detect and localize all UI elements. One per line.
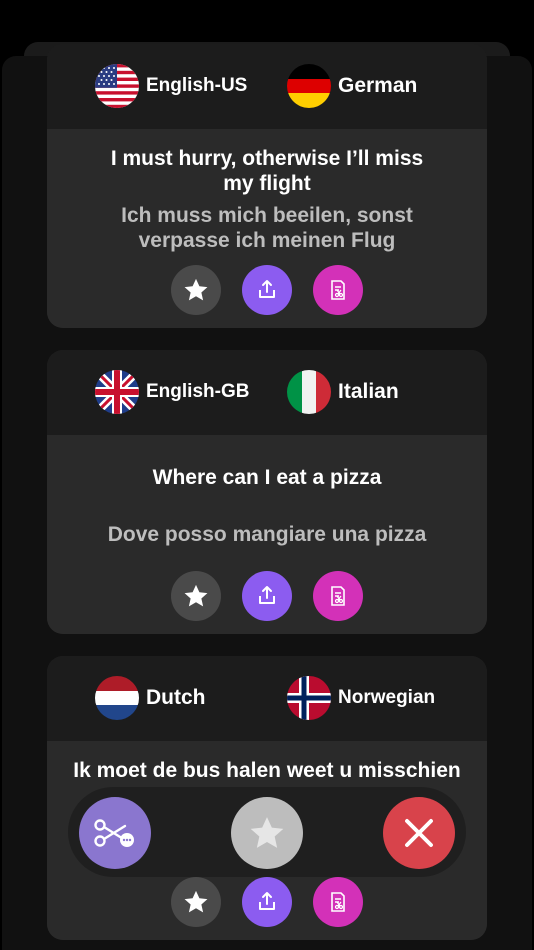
- target-language[interactable]: Italian: [287, 370, 399, 414]
- source-text-line: Where can I eat a pizza: [152, 466, 382, 489]
- card-header: Dutch Norwegian: [47, 656, 487, 741]
- scissors-more-icon: [94, 819, 134, 847]
- favorite-button[interactable]: [171, 571, 221, 621]
- target-language-label: Italian: [338, 380, 399, 403]
- translated-text-line: Ich muss mich beeilen, sonst: [121, 204, 413, 227]
- star-icon: [184, 584, 208, 607]
- share-icon: [259, 280, 275, 298]
- source-text-line: I must hurry, otherwise I’ll miss: [110, 147, 424, 170]
- target-language[interactable]: German: [287, 64, 417, 108]
- card-header: English-US German: [47, 44, 487, 129]
- close-icon: [405, 819, 433, 847]
- card-actions: [47, 877, 487, 927]
- target-language[interactable]: Norwegian: [287, 676, 435, 720]
- translated-text-line: Dove posso mangiare una pizza: [107, 523, 427, 546]
- note-cut-button[interactable]: [313, 265, 363, 315]
- card-header: English-GB Italian: [47, 350, 487, 435]
- card-body: Where can I eat a pizza Dove posso mangi…: [47, 435, 487, 634]
- germany-flag-icon: [287, 64, 331, 108]
- translated-text[interactable]: Ich muss mich beeilen, sonst verpasse ic…: [47, 203, 487, 253]
- source-text[interactable]: I must hurry, otherwise I’ll miss my fli…: [47, 146, 487, 196]
- star-icon: [250, 817, 284, 848]
- share-button[interactable]: [242, 877, 292, 927]
- source-language[interactable]: English-GB: [95, 370, 249, 414]
- share-icon: [259, 892, 275, 910]
- close-button[interactable]: [383, 797, 455, 869]
- translation-card[interactable]: English-GB Italian Where can I eat a piz…: [47, 350, 487, 634]
- share-button[interactable]: [242, 265, 292, 315]
- note-cut-icon: [331, 892, 345, 912]
- card-body: I must hurry, otherwise I’ll miss my fli…: [47, 129, 487, 328]
- favorite-button[interactable]: [171, 877, 221, 927]
- star-icon: [184, 890, 208, 913]
- note-cut-button[interactable]: [313, 877, 363, 927]
- favorite-button[interactable]: [171, 265, 221, 315]
- translated-text-line: verpasse ich meinen Flug: [138, 229, 396, 252]
- star-icon: [184, 278, 208, 301]
- source-language-label: Dutch: [146, 686, 206, 709]
- cut-more-button[interactable]: [79, 797, 151, 869]
- source-language-label: English-US: [146, 75, 248, 96]
- translated-text[interactable]: Dove posso mangiare una pizza: [47, 522, 487, 547]
- card-actions: [47, 571, 487, 621]
- source-language[interactable]: Dutch: [95, 676, 206, 720]
- netherlands-flag-icon: [95, 676, 139, 720]
- source-language[interactable]: English-US: [95, 64, 247, 108]
- target-language-label: German: [338, 74, 418, 97]
- source-text-line: my flight: [223, 172, 311, 195]
- us-flag-icon: [95, 64, 139, 108]
- translation-card[interactable]: English-US German I must hurry, otherwis…: [47, 44, 487, 328]
- note-cut-icon: [331, 280, 345, 300]
- source-text[interactable]: Where can I eat a pizza: [47, 465, 487, 490]
- favorites-button[interactable]: [231, 797, 303, 869]
- note-cut-icon: [331, 586, 345, 606]
- source-language-label: English-GB: [146, 381, 250, 402]
- card-actions: [47, 265, 487, 315]
- norway-flag-icon: [287, 676, 331, 720]
- note-cut-button[interactable]: [313, 571, 363, 621]
- source-text-line: Ik moet de bus halen weet u misschien: [73, 759, 461, 782]
- source-text[interactable]: Ik moet de bus halen weet u misschien: [47, 758, 487, 783]
- share-icon: [259, 586, 275, 604]
- target-language-label: Norwegian: [338, 687, 436, 708]
- share-button[interactable]: [242, 571, 292, 621]
- uk-flag-icon: [95, 370, 139, 414]
- italy-flag-icon: [287, 370, 331, 414]
- app-screen: English-US German I must hurry, otherwis…: [0, 0, 534, 950]
